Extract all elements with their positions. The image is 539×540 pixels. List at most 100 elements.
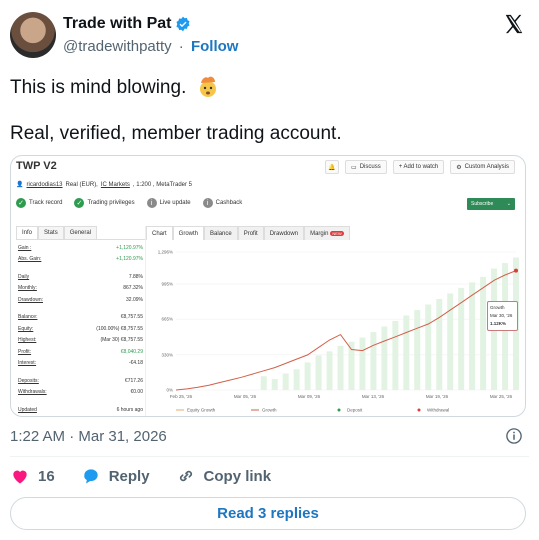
deposit-bar — [414, 309, 421, 390]
stat-key: Abs. Gain: — [18, 256, 42, 263]
heart-icon — [13, 470, 27, 484]
stat-value: €0.00 — [130, 389, 143, 396]
copy-link-button[interactable]: Copy link — [176, 466, 272, 486]
chat-icon: ▭ — [351, 164, 357, 171]
chart-tooltip: Growth Mar 30, '26 1.12K% — [487, 301, 518, 331]
badge-cashback: i Cashback — [202, 198, 243, 208]
x-tick-label: Feb 25, '26 — [170, 394, 193, 399]
bell-button[interactable]: 🔔 — [325, 160, 340, 174]
stat-value: (Mar 30) €8,757.55 — [100, 337, 143, 344]
badge-live-update: i Live update — [146, 198, 191, 208]
badges-row: ✓ Track record ✓ Trading privileges i Live … — [16, 198, 242, 208]
legend-label: Growth — [262, 408, 277, 413]
stat-row: Monthly: 867.32% — [18, 283, 143, 295]
stat-row: Highest: (Mar 30) €8,757.55 — [18, 335, 143, 347]
tab-drawdown[interactable]: Drawdown — [263, 226, 305, 240]
stat-row: Equity: (100.00%) €8,757.55 — [18, 323, 143, 335]
tweet-text-line1: This is mind blowing. — [10, 74, 220, 99]
stat-value: -€4.18 — [128, 360, 143, 367]
stat-key: Monthly: — [18, 285, 37, 292]
stat-value: (100.00%) €8,757.55 — [96, 325, 143, 332]
gear-icon: ⚙ — [456, 164, 462, 171]
subscribe-button[interactable]: Subscribe ⌄ — [467, 198, 515, 210]
stat-row: Abs. Gain: +1,120.97% — [18, 254, 143, 266]
deposit-bar — [392, 321, 399, 390]
stat-key: Balance: — [18, 314, 38, 321]
tweet-text-line2: Real, verified, member trading account. — [10, 123, 342, 144]
info-icon: i — [202, 198, 213, 208]
account-title: TWP V2 — [16, 160, 57, 172]
stat-key: Profit: — [18, 348, 32, 355]
badge-label: Live update — [159, 200, 191, 206]
tab-info[interactable]: Info — [16, 226, 39, 239]
custom-analysis-button[interactable]: ⚙ Custom Analysis — [450, 160, 515, 174]
deposit-bar — [480, 276, 487, 390]
copy-link-label: Copy link — [203, 467, 272, 485]
avatar[interactable] — [10, 12, 56, 58]
follow-button[interactable]: Follow — [191, 38, 239, 55]
author-name[interactable]: Trade with Pat — [63, 15, 171, 33]
tab-stats[interactable]: Stats — [38, 226, 64, 239]
chart-area: Chart Growth Balance Profit Drawdown Mar… — [146, 226, 525, 416]
tab-margin[interactable]: Margin NEW — [304, 226, 350, 240]
stat-value: +1,120.97% — [116, 256, 143, 263]
media-toolbar: 🔔 ▭ Discuss + Add to watch ⚙ Custom Analys… — [325, 160, 515, 174]
account-broker[interactable]: IC Markets — [101, 182, 130, 188]
like-button[interactable]: 16 — [10, 466, 55, 486]
stat-value: 7.88% — [128, 273, 143, 280]
stat-key: Gain : — [18, 244, 32, 251]
deposit-bar — [370, 332, 377, 390]
check-icon: ✓ — [16, 198, 26, 208]
legend-swatch — [417, 408, 421, 412]
x-tick-label: Mar 09, '26 — [298, 394, 321, 399]
growth-line — [175, 270, 517, 391]
custom-label: Custom Analysis — [464, 164, 509, 170]
divider — [10, 456, 529, 457]
read-replies-button[interactable]: Read 3 replies — [10, 497, 526, 530]
watch-button[interactable]: + Add to watch — [392, 160, 445, 174]
stats-panel: Info Stats General Gain : +1,120.97% Abs. … — [16, 226, 146, 416]
stat-row: Updated 6 hours ago — [18, 404, 143, 416]
discuss-button[interactable]: ▭ Discuss — [345, 160, 387, 174]
tooltip-date: Mar 30, '26 — [490, 313, 513, 318]
chevron-down-icon: ⌄ — [506, 201, 511, 207]
stat-value: €8,757.55 — [120, 314, 143, 321]
tab-growth[interactable]: Growth — [172, 226, 205, 240]
stat-row: Tracking1 — [18, 416, 143, 417]
author-handle[interactable]: @tradewithpatty — [63, 38, 172, 55]
x-logo-icon[interactable] — [503, 13, 525, 35]
bell-icon: 🔔 — [328, 164, 336, 171]
badge-track-record: ✓ Track record — [16, 198, 62, 208]
separator: · — [178, 38, 184, 55]
chart-tabs: Chart Growth Balance Profit Drawdown Mar… — [146, 226, 525, 240]
legend-label: Withdrawal — [427, 408, 449, 413]
tab-chart[interactable]: Chart — [146, 226, 173, 240]
deposit-bar — [447, 293, 454, 390]
deposit-bar — [304, 362, 311, 390]
verified-badge-icon — [176, 16, 191, 32]
y-tick-label: 1,296% — [158, 250, 173, 255]
badge-label: Cashback — [215, 200, 243, 206]
account-type: Real (EUR), — [65, 181, 98, 188]
tweet-timestamp[interactable]: 1:22 AM · Mar 31, 2026 — [10, 428, 167, 445]
stat-key: Equity: — [18, 325, 34, 332]
info-icon[interactable] — [505, 427, 523, 445]
discuss-label: Discuss — [359, 164, 381, 170]
deposit-bar — [315, 355, 322, 390]
account-user[interactable]: ricardodias13 — [26, 182, 62, 188]
like-count: 16 — [38, 467, 55, 485]
reply-bubble-icon — [83, 469, 98, 484]
tweet-media-image[interactable]: TWP V2 🔔 ▭ Discuss + Add to watch ⚙ Custom… — [10, 155, 526, 417]
y-tick-label: 665% — [161, 317, 173, 322]
tab-balance[interactable]: Balance — [204, 226, 238, 240]
check-icon: ✓ — [74, 198, 85, 208]
deposit-bar — [260, 376, 267, 390]
deposit-bar — [337, 345, 344, 390]
reply-button[interactable]: Reply — [81, 466, 150, 486]
badge-label: Track record — [29, 200, 63, 206]
tab-profit[interactable]: Profit — [237, 226, 264, 240]
stats-tabs: Info Stats General — [16, 226, 145, 240]
deposit-bar — [282, 373, 289, 390]
tab-general[interactable]: General — [63, 226, 98, 239]
badge-label: Trading privileges — [87, 200, 135, 206]
